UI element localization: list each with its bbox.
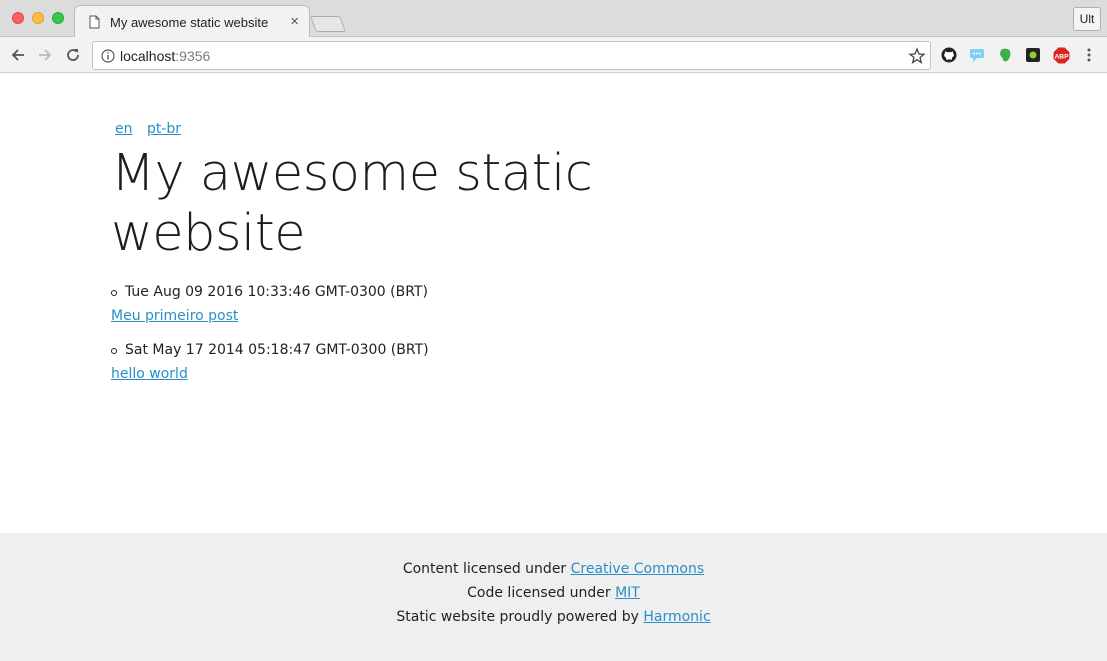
post-link[interactable]: Meu primeiro post bbox=[111, 308, 238, 324]
post-list: Tue Aug 09 2016 10:33:46 GMT-0300 (BRT) … bbox=[111, 284, 611, 400]
minimize-window-button[interactable] bbox=[32, 12, 44, 24]
page-footer: Content licensed under Creative Commons … bbox=[0, 533, 1107, 661]
abp-label: ABP bbox=[1054, 53, 1069, 60]
tab-close-icon[interactable]: × bbox=[290, 13, 299, 30]
footer-powered-by: Static website proudly powered by Harmon… bbox=[0, 609, 1107, 625]
arrow-right-icon bbox=[39, 49, 52, 61]
url-port: :9356 bbox=[175, 48, 211, 64]
bullet-icon bbox=[111, 290, 117, 296]
info-icon[interactable] bbox=[101, 49, 115, 63]
new-tab-button[interactable] bbox=[310, 16, 346, 32]
back-button[interactable] bbox=[8, 45, 28, 65]
adblock-plus-icon: ABP bbox=[1053, 47, 1069, 63]
url-text[interactable]: localhost:9356 bbox=[120, 48, 210, 64]
green-extension-button[interactable] bbox=[1024, 46, 1042, 64]
tab-title: My awesome static website bbox=[110, 14, 269, 30]
harmonic-link[interactable]: Harmonic bbox=[643, 609, 710, 625]
url-host: localhost bbox=[120, 48, 176, 64]
footer-code-license: Code licensed under MIT bbox=[0, 585, 1107, 601]
mit-link[interactable]: MIT bbox=[615, 585, 640, 601]
maximize-window-button[interactable] bbox=[52, 12, 64, 24]
browser-titlebar: My awesome static website × Ult bbox=[0, 0, 1107, 38]
post-date: Sat May 17 2014 05:18:47 GMT-0300 (BRT) bbox=[125, 342, 429, 358]
post-item: Sat May 17 2014 05:18:47 GMT-0300 (BRT) … bbox=[111, 342, 611, 400]
creative-commons-link[interactable]: Creative Commons bbox=[571, 561, 705, 577]
forward-button[interactable] bbox=[35, 45, 55, 65]
footer-content-prefix: Content licensed under bbox=[402, 561, 571, 577]
github-extension-button[interactable] bbox=[940, 46, 958, 64]
document-icon bbox=[89, 15, 100, 29]
browser-menu-button[interactable] bbox=[1080, 46, 1098, 64]
footer-code-prefix: Code licensed under bbox=[467, 585, 616, 601]
address-bar[interactable]: localhost:9356 bbox=[92, 41, 931, 70]
browser-tab-active[interactable]: My awesome static website × bbox=[74, 5, 310, 38]
profile-button[interactable]: Ult bbox=[1073, 7, 1101, 31]
post-link[interactable]: hello world bbox=[111, 366, 188, 382]
bookmark-star-icon[interactable] bbox=[908, 47, 926, 65]
page-title: My awesome static website bbox=[111, 144, 593, 263]
web-page: en pt-br My awesome static website Tue A… bbox=[0, 74, 1107, 661]
language-link-en[interactable]: en bbox=[115, 121, 133, 137]
browser-toolbar: localhost:9356 ABP bbox=[0, 37, 1107, 73]
reload-icon bbox=[67, 49, 79, 61]
green-extension-icon bbox=[1026, 48, 1040, 62]
adblock-plus-button[interactable]: ABP bbox=[1052, 46, 1070, 64]
chat-icon bbox=[970, 49, 984, 62]
language-link-pt-br[interactable]: pt-br bbox=[147, 121, 181, 137]
chat-extension-button[interactable] bbox=[968, 46, 986, 64]
post-date: Tue Aug 09 2016 10:33:46 GMT-0300 (BRT) bbox=[125, 284, 428, 300]
menu-icon bbox=[1087, 48, 1091, 62]
evernote-icon bbox=[1000, 48, 1011, 62]
language-switcher: en pt-br bbox=[115, 121, 191, 137]
arrow-left-icon bbox=[11, 49, 24, 61]
footer-powered-prefix: Static website proudly powered by bbox=[396, 609, 644, 625]
evernote-extension-button[interactable] bbox=[996, 46, 1014, 64]
post-item: Tue Aug 09 2016 10:33:46 GMT-0300 (BRT) … bbox=[111, 284, 611, 342]
github-icon bbox=[941, 47, 957, 63]
bullet-icon bbox=[111, 348, 117, 354]
reload-button[interactable] bbox=[63, 45, 83, 65]
footer-content-license: Content licensed under Creative Commons bbox=[0, 561, 1107, 577]
close-window-button[interactable] bbox=[12, 12, 24, 24]
